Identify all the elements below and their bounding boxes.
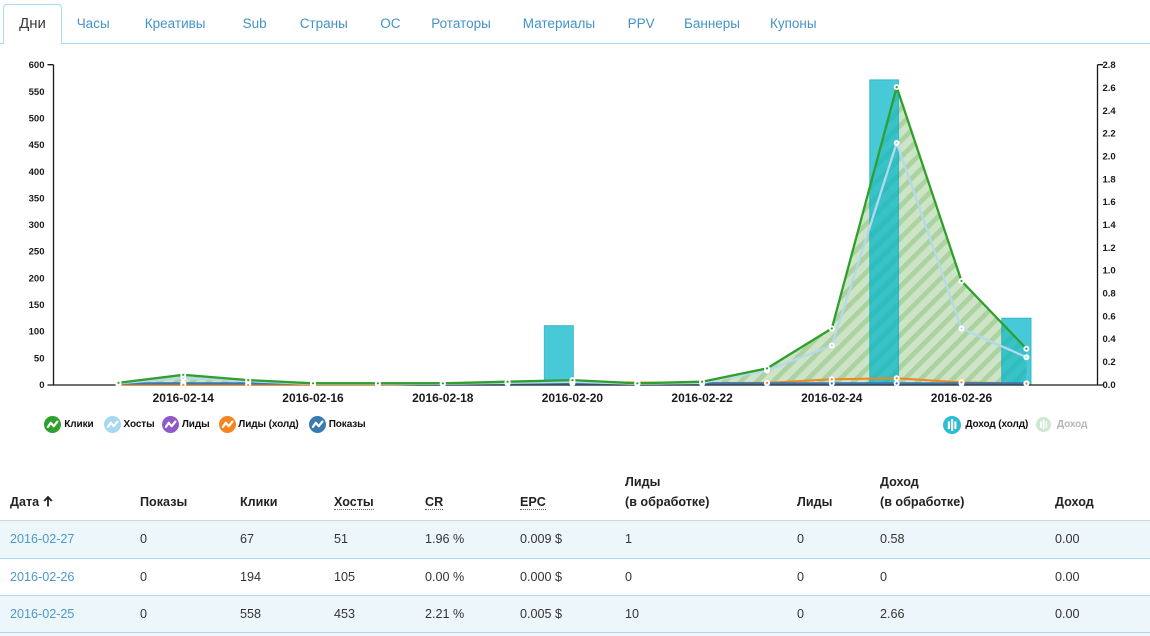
svg-text:2.8: 2.8: [1103, 60, 1116, 71]
svg-text:400: 400: [29, 167, 45, 178]
svg-text:350: 350: [29, 193, 45, 204]
svg-text:0: 0: [39, 380, 44, 391]
svg-text:2.2: 2.2: [1103, 129, 1116, 140]
svg-text:300: 300: [29, 220, 45, 231]
svg-text:2016-02-18: 2016-02-18: [412, 391, 474, 405]
svg-text:200: 200: [29, 273, 45, 284]
svg-text:1.2: 1.2: [1103, 243, 1116, 254]
svg-text:2016-02-22: 2016-02-22: [671, 391, 733, 405]
svg-text:2016-02-26: 2016-02-26: [931, 391, 993, 405]
svg-text:450: 450: [29, 140, 45, 151]
svg-text:0.6: 0.6: [1103, 311, 1116, 322]
svg-text:0.4: 0.4: [1103, 334, 1117, 345]
svg-text:2016-02-14: 2016-02-14: [153, 391, 215, 405]
svg-text:1.4: 1.4: [1103, 220, 1117, 231]
svg-text:1.0: 1.0: [1103, 266, 1116, 277]
svg-text:100: 100: [29, 327, 45, 338]
svg-text:500: 500: [29, 114, 45, 125]
svg-text:50: 50: [34, 353, 45, 364]
svg-text:150: 150: [29, 300, 45, 311]
svg-text:2.0: 2.0: [1103, 152, 1116, 163]
svg-text:600: 600: [29, 60, 45, 71]
svg-text:250: 250: [29, 247, 45, 258]
svg-text:0.0: 0.0: [1103, 380, 1116, 391]
svg-text:0.2: 0.2: [1103, 357, 1116, 368]
svg-text:2016-02-16: 2016-02-16: [282, 391, 344, 405]
svg-text:1.8: 1.8: [1103, 174, 1116, 185]
svg-text:2.4: 2.4: [1103, 106, 1117, 117]
svg-text:0.8: 0.8: [1103, 289, 1116, 300]
svg-text:2016-02-24: 2016-02-24: [801, 391, 863, 405]
svg-text:2.6: 2.6: [1103, 83, 1116, 94]
svg-text:1.6: 1.6: [1103, 197, 1116, 208]
svg-text:550: 550: [29, 87, 45, 98]
svg-text:2016-02-20: 2016-02-20: [542, 391, 604, 405]
